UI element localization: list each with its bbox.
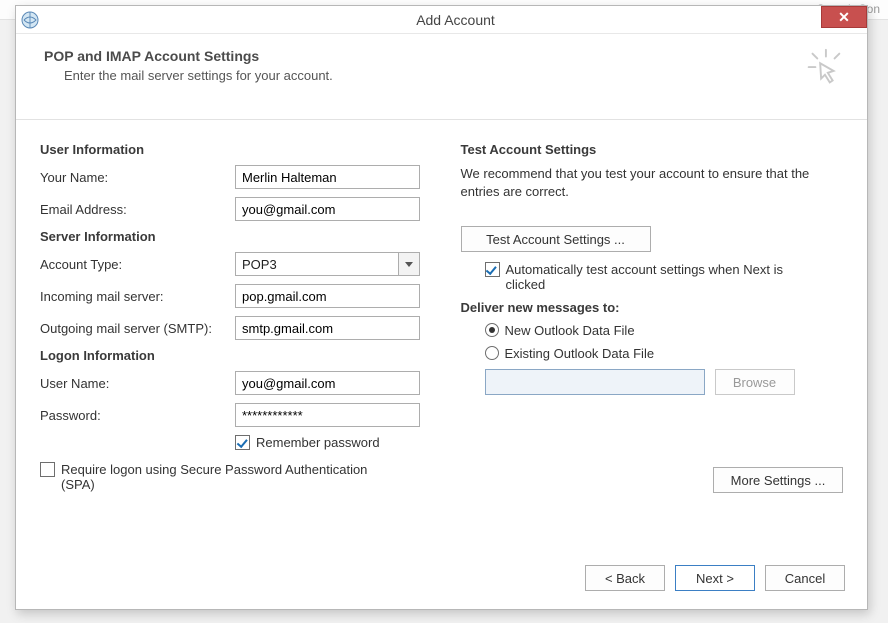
password-input[interactable]: [235, 403, 420, 427]
body: User Information Your Name: Email Addres…: [16, 120, 867, 500]
spa-checkbox[interactable]: [40, 462, 55, 477]
cursor-click-icon: [801, 46, 847, 92]
app-icon: [16, 6, 44, 34]
test-heading: Test Account Settings: [461, 142, 844, 157]
right-column: Test Account Settings We recommend that …: [461, 136, 844, 500]
deliver-existing-label: Existing Outlook Data File: [505, 346, 655, 361]
dialog-title: Add Account: [44, 12, 867, 28]
footer: < Back Next > Cancel: [16, 555, 867, 609]
account-type-value: POP3: [235, 252, 398, 276]
back-button[interactable]: < Back: [585, 565, 665, 591]
deliver-existing-radio[interactable]: [485, 346, 499, 360]
titlebar: Add Account ✕: [16, 6, 867, 34]
more-settings-button[interactable]: More Settings ...: [713, 467, 843, 493]
test-account-button[interactable]: Test Account Settings ...: [461, 226, 651, 252]
test-desc: We recommend that you test your account …: [461, 165, 844, 200]
email-label: Email Address:: [40, 202, 235, 217]
header-subtitle: Enter the mail server settings for your …: [64, 68, 839, 83]
incoming-server-label: Incoming mail server:: [40, 289, 235, 304]
add-account-dialog: Add Account ✕ POP and IMAP Account Setti…: [15, 5, 868, 610]
your-name-label: Your Name:: [40, 170, 235, 185]
next-button[interactable]: Next >: [675, 565, 755, 591]
deliver-new-label: New Outlook Data File: [505, 323, 635, 338]
account-type-select[interactable]: POP3: [235, 252, 420, 276]
close-button[interactable]: ✕: [821, 6, 867, 28]
username-input[interactable]: [235, 371, 420, 395]
header-title: POP and IMAP Account Settings: [44, 48, 839, 64]
spa-label: Require logon using Secure Password Auth…: [61, 462, 391, 492]
chevron-down-icon: [405, 262, 413, 267]
server-info-heading: Server Information: [40, 229, 423, 244]
existing-file-input: [485, 369, 705, 395]
account-type-dropdown-button[interactable]: [398, 252, 420, 276]
browse-button: Browse: [715, 369, 795, 395]
auto-test-label: Automatically test account settings when…: [506, 262, 806, 292]
left-column: User Information Your Name: Email Addres…: [40, 136, 423, 500]
user-info-heading: User Information: [40, 142, 423, 157]
deliver-heading: Deliver new messages to:: [461, 300, 844, 315]
close-icon: ✕: [838, 9, 850, 26]
outgoing-server-input[interactable]: [235, 316, 420, 340]
incoming-server-input[interactable]: [235, 284, 420, 308]
header-band: POP and IMAP Account Settings Enter the …: [16, 34, 867, 120]
logon-info-heading: Logon Information: [40, 348, 423, 363]
your-name-input[interactable]: [235, 165, 420, 189]
email-input[interactable]: [235, 197, 420, 221]
cancel-button[interactable]: Cancel: [765, 565, 845, 591]
auto-test-checkbox[interactable]: [485, 262, 500, 277]
remember-password-checkbox[interactable]: [235, 435, 250, 450]
account-type-label: Account Type:: [40, 257, 235, 272]
remember-password-label: Remember password: [256, 435, 380, 450]
outgoing-server-label: Outgoing mail server (SMTP):: [40, 321, 235, 336]
deliver-new-radio[interactable]: [485, 323, 499, 337]
password-label: Password:: [40, 408, 235, 423]
username-label: User Name:: [40, 376, 235, 391]
